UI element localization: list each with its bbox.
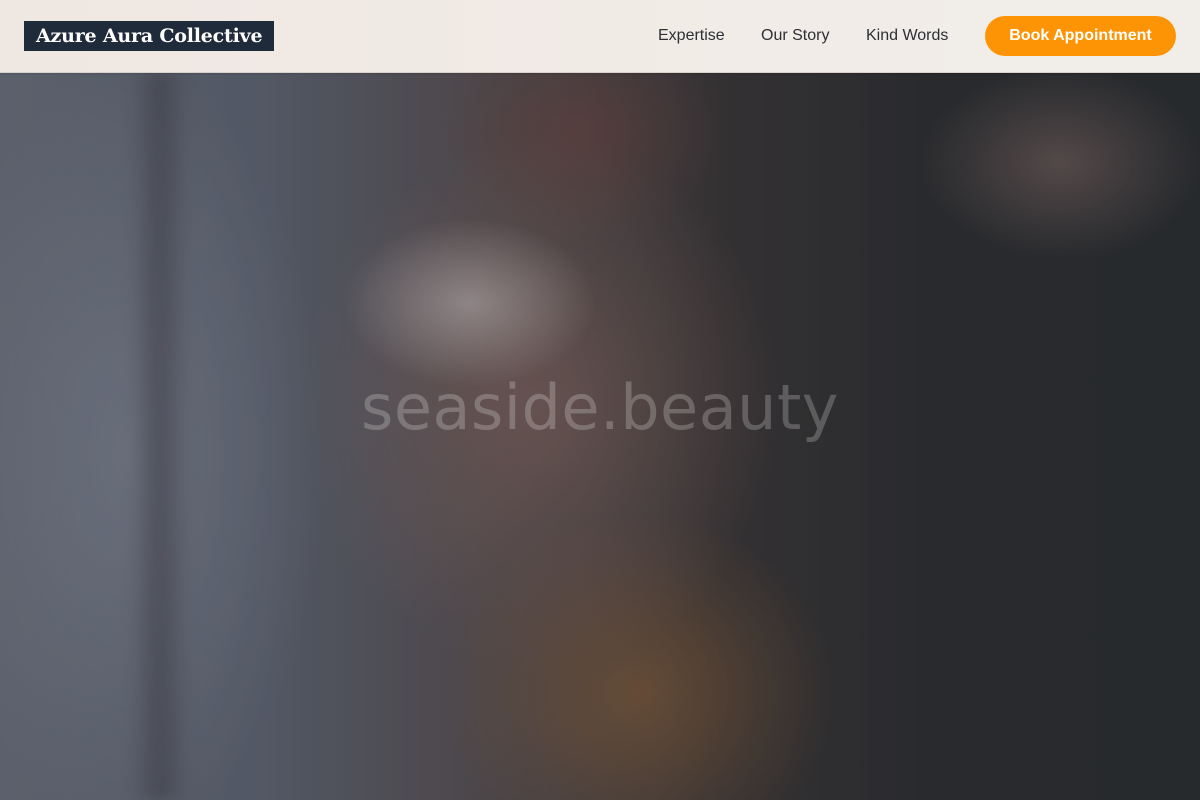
hero-watermark: seaside.beauty (361, 371, 839, 444)
site-header: Azure Aura Collective Expertise Our Stor… (0, 0, 1200, 73)
nav-link-our-story[interactable]: Our Story (761, 26, 829, 46)
nav-link-expertise[interactable]: Expertise (658, 26, 725, 46)
nav-link-kind-words[interactable]: Kind Words (866, 26, 948, 46)
book-appointment-button[interactable]: Book Appointment (985, 16, 1176, 56)
brand-logo[interactable]: Azure Aura Collective (24, 21, 275, 51)
hero-section: seaside.beauty (0, 73, 1200, 800)
